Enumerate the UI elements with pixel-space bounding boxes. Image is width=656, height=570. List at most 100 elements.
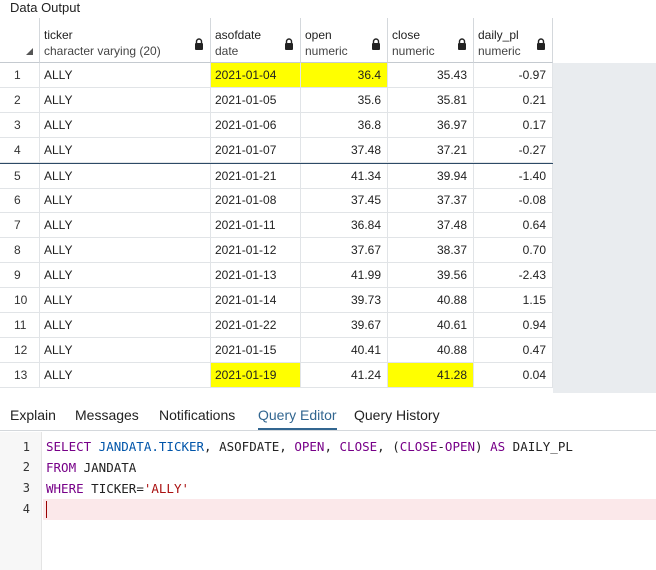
table-row[interactable]: 10 ALLY 2021-01-14 39.73 40.88 1.15 (0, 288, 553, 313)
cell-close[interactable]: 40.88 (388, 338, 474, 363)
cell-ticker[interactable]: ALLY (40, 263, 211, 288)
cell-ticker[interactable]: ALLY (40, 238, 211, 263)
cell-close[interactable]: 37.48 (388, 213, 474, 238)
cell-asofdate[interactable]: 2021-01-14 (211, 288, 301, 313)
table-row[interactable]: 11 ALLY 2021-01-22 39.67 40.61 0.94 (0, 313, 553, 338)
cell-open[interactable]: 36.84 (301, 213, 388, 238)
cell-daily-pl[interactable]: -1.40 (474, 164, 553, 189)
select-all-corner[interactable] (0, 18, 40, 63)
table-row[interactable]: 12 ALLY 2021-01-15 40.41 40.88 0.47 (0, 338, 553, 363)
column-header-close[interactable]: close numeric (388, 18, 474, 63)
cell-close[interactable]: 35.81 (388, 88, 474, 113)
cell-asofdate[interactable]: 2021-01-21 (211, 164, 301, 189)
cell-open[interactable]: 41.99 (301, 263, 388, 288)
code-line-3[interactable]: WHERE TICKER='ALLY' (46, 481, 189, 496)
query-editor[interactable]: 1 2 3 4 SELECT JANDATA.TICKER, ASOFDATE,… (0, 432, 656, 570)
cell-daily-pl[interactable]: 0.94 (474, 313, 553, 338)
cell-ticker[interactable]: ALLY (40, 338, 211, 363)
tab-explain[interactable]: Explain (10, 407, 56, 428)
cell-asofdate[interactable]: 2021-01-13 (211, 263, 301, 288)
tab-messages[interactable]: Messages (75, 407, 139, 428)
tab-query-history[interactable]: Query History (354, 407, 440, 428)
cell-ticker[interactable]: ALLY (40, 213, 211, 238)
cell-asofdate[interactable]: 2021-01-04 (211, 63, 301, 88)
column-name: ticker (44, 28, 73, 42)
cell-ticker[interactable]: ALLY (40, 113, 211, 138)
cell-asofdate[interactable]: 2021-01-22 (211, 313, 301, 338)
sql-keyword: AS (490, 439, 506, 454)
cell-close[interactable]: 40.88 (388, 288, 474, 313)
cell-daily-pl[interactable]: -0.27 (474, 138, 553, 163)
cell-close[interactable]: 41.28 (388, 363, 474, 388)
cell-ticker[interactable]: ALLY (40, 164, 211, 189)
cell-daily-pl[interactable]: 0.64 (474, 213, 553, 238)
cell-open[interactable]: 36.4 (301, 63, 388, 88)
cell-close[interactable]: 38.37 (388, 238, 474, 263)
row-number: 3 (0, 113, 40, 138)
table-row[interactable]: 9 ALLY 2021-01-13 41.99 39.56 -2.43 (0, 263, 553, 288)
sql-keyword: CLOSE (339, 439, 378, 454)
table-row[interactable]: 5 ALLY 2021-01-21 41.34 39.94 -1.40 (0, 163, 553, 189)
column-header-ticker[interactable]: ticker character varying (20) (40, 18, 211, 63)
cell-daily-pl[interactable]: 0.04 (474, 363, 553, 388)
cell-asofdate[interactable]: 2021-01-19 (211, 363, 301, 388)
cell-close[interactable]: 39.56 (388, 263, 474, 288)
cell-asofdate[interactable]: 2021-01-15 (211, 338, 301, 363)
table-row[interactable]: 1 ALLY 2021-01-04 36.4 35.43 -0.97 (0, 63, 553, 88)
cell-daily-pl[interactable]: 0.70 (474, 238, 553, 263)
table-row[interactable]: 13 ALLY 2021-01-19 41.24 41.28 0.04 (0, 363, 553, 388)
cell-open[interactable]: 37.48 (301, 138, 388, 163)
cell-ticker[interactable]: ALLY (40, 363, 211, 388)
row-number: 1 (0, 63, 40, 88)
cell-open[interactable]: 40.41 (301, 338, 388, 363)
cell-daily-pl[interactable]: -2.43 (474, 263, 553, 288)
code-line-2[interactable]: FROM JANDATA (46, 460, 136, 475)
cell-ticker[interactable]: ALLY (40, 313, 211, 338)
table-row[interactable]: 7 ALLY 2021-01-11 36.84 37.48 0.64 (0, 213, 553, 238)
cell-close[interactable]: 36.97 (388, 113, 474, 138)
cell-open[interactable]: 37.45 (301, 188, 388, 213)
cell-ticker[interactable]: ALLY (40, 138, 211, 163)
column-header-open[interactable]: open numeric (301, 18, 388, 63)
table-row[interactable]: 2 ALLY 2021-01-05 35.6 35.81 0.21 (0, 88, 553, 113)
row-number: 7 (0, 213, 40, 238)
code-line-1[interactable]: SELECT JANDATA.TICKER, ASOFDATE, OPEN, C… (46, 439, 573, 454)
cell-open[interactable]: 39.67 (301, 313, 388, 338)
column-name: asofdate (215, 28, 262, 42)
tab-query-editor[interactable]: Query Editor (258, 407, 337, 430)
table-row[interactable]: 6 ALLY 2021-01-08 37.45 37.37 -0.08 (0, 188, 553, 213)
cell-asofdate[interactable]: 2021-01-07 (211, 138, 301, 163)
cell-asofdate[interactable]: 2021-01-08 (211, 188, 301, 213)
cell-daily-pl[interactable]: -0.08 (474, 188, 553, 213)
cell-daily-pl[interactable]: 0.17 (474, 113, 553, 138)
cell-daily-pl[interactable]: -0.97 (474, 63, 553, 88)
table-row[interactable]: 8 ALLY 2021-01-12 37.67 38.37 0.70 (0, 238, 553, 263)
column-header-asofdate[interactable]: asofdate date (211, 18, 301, 63)
cell-open[interactable]: 39.73 (301, 288, 388, 313)
cell-open[interactable]: 35.6 (301, 88, 388, 113)
cell-daily-pl[interactable]: 1.15 (474, 288, 553, 313)
table-row[interactable]: 3 ALLY 2021-01-06 36.8 36.97 0.17 (0, 113, 553, 138)
cell-asofdate[interactable]: 2021-01-12 (211, 238, 301, 263)
cell-asofdate[interactable]: 2021-01-05 (211, 88, 301, 113)
column-header-daily-pl[interactable]: daily_pl numeric (474, 18, 553, 63)
cell-ticker[interactable]: ALLY (40, 63, 211, 88)
cell-close[interactable]: 39.94 (388, 164, 474, 189)
cell-open[interactable]: 37.67 (301, 238, 388, 263)
cell-close[interactable]: 37.37 (388, 188, 474, 213)
cell-ticker[interactable]: ALLY (40, 188, 211, 213)
cell-close[interactable]: 35.43 (388, 63, 474, 88)
cell-close[interactable]: 40.61 (388, 313, 474, 338)
cell-asofdate[interactable]: 2021-01-06 (211, 113, 301, 138)
cell-daily-pl[interactable]: 0.21 (474, 88, 553, 113)
cell-close[interactable]: 37.21 (388, 138, 474, 163)
cell-ticker[interactable]: ALLY (40, 288, 211, 313)
cell-daily-pl[interactable]: 0.47 (474, 338, 553, 363)
cell-open[interactable]: 41.24 (301, 363, 388, 388)
cell-open[interactable]: 36.8 (301, 113, 388, 138)
cell-ticker[interactable]: ALLY (40, 88, 211, 113)
table-row[interactable]: 4 ALLY 2021-01-07 37.48 37.21 -0.27 (0, 138, 553, 163)
cell-asofdate[interactable]: 2021-01-11 (211, 213, 301, 238)
cell-open[interactable]: 41.34 (301, 164, 388, 189)
tab-notifications[interactable]: Notifications (159, 407, 235, 428)
